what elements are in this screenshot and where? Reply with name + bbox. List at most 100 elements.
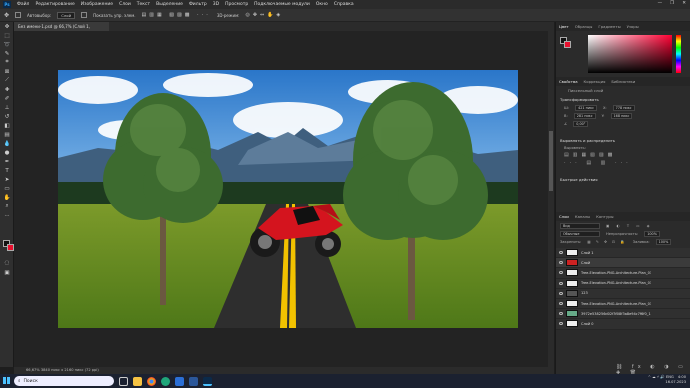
filter-icons[interactable]: ▣ ◐ T ▭ ◈ <box>606 224 652 228</box>
blur-tool-icon[interactable]: 💧 <box>0 139 14 148</box>
menu-text[interactable]: Текст <box>137 2 150 7</box>
clock-date[interactable]: 16.07.2023 <box>665 380 686 384</box>
visibility-eye-icon[interactable] <box>559 322 563 326</box>
align-buttons[interactable]: ▤▥▦ ▧▨▩ ··· <box>142 12 211 18</box>
blend-mode-dropdown[interactable]: Обычные <box>560 231 600 237</box>
more-tools-icon[interactable]: ··· <box>0 211 14 220</box>
shape-tool-icon[interactable]: ▭ <box>0 184 14 193</box>
tab-patterns[interactable]: Узоры <box>627 24 639 29</box>
brush-tool-icon[interactable]: ✐ <box>0 94 14 103</box>
tray-icons[interactable]: ^ ☁ ⚡ 🔊 <box>648 375 666 379</box>
visibility-eye-icon[interactable] <box>559 291 563 295</box>
height-field[interactable]: 281 пикс <box>573 113 596 119</box>
path-select-tool-icon[interactable]: ➤ <box>0 175 14 184</box>
auto-select-dropdown[interactable]: Слой <box>57 11 76 19</box>
dodge-tool-icon[interactable]: ● <box>0 148 14 157</box>
move-tool-icon[interactable]: ✥ <box>0 22 14 31</box>
crop-tool-icon[interactable]: ⌗ <box>0 58 14 67</box>
menu-filter[interactable]: Фильтр <box>189 2 207 7</box>
visibility-eye-icon[interactable] <box>559 251 563 255</box>
tab-color[interactable]: Цвет <box>559 24 569 29</box>
visibility-eye-icon[interactable] <box>559 281 563 285</box>
visibility-eye-icon[interactable] <box>559 312 563 316</box>
edge-icon[interactable] <box>161 376 170 386</box>
menu-3d[interactable]: 3D <box>213 2 219 7</box>
healing-tool-icon[interactable]: ✚ <box>0 85 14 94</box>
tab-channels[interactable]: Каналы <box>575 214 590 219</box>
stamp-tool-icon[interactable]: ⊥ <box>0 103 14 112</box>
quick-select-tool-icon[interactable]: ✎ <box>0 49 14 58</box>
menu-select[interactable]: Выделение <box>156 2 183 7</box>
background-color-swatch[interactable] <box>7 244 14 251</box>
gradient-tool-icon[interactable]: ▤ <box>0 130 14 139</box>
menu-layers[interactable]: Слои <box>119 2 131 7</box>
menu-view[interactable]: Просмотр <box>225 2 248 7</box>
transform-section[interactable]: Трансформировать <box>556 95 690 104</box>
windows-start-icon[interactable] <box>3 377 10 384</box>
tab-swatches[interactable]: Образцы <box>575 24 593 29</box>
close-icon[interactable]: ✕ <box>682 1 686 6</box>
bg-swatch-small[interactable] <box>564 41 571 48</box>
y-field[interactable]: 168 пикс <box>610 113 633 119</box>
pen-tool-icon[interactable]: ✒ <box>0 157 14 166</box>
layer-row[interactable]: Tree-Elevation-PNG-Architecture-Plan_01-… <box>556 298 690 310</box>
layer-row[interactable]: Tree-Elevation-PNG-Architecture-Plan_01-… <box>556 268 690 279</box>
tab-adjustments[interactable]: Коррекция <box>584 79 606 84</box>
align-section[interactable]: Выровнять и распределить <box>556 136 690 145</box>
zoom-tool-icon[interactable]: ⌕ <box>0 202 14 211</box>
align-buttons-row[interactable]: ▤▥▦▧▨▩ <box>556 151 690 159</box>
layer-row[interactable]: 3972e538256d02f3f08f3a8e94c7f6f0_1 <box>556 309 690 320</box>
visibility-eye-icon[interactable] <box>559 271 563 275</box>
visibility-eye-icon[interactable] <box>559 261 563 265</box>
vertical-scrollbar[interactable] <box>548 31 554 367</box>
layer-row[interactable]: Tree-Elevation-PNG-Architecture-Plan_01-… <box>556 278 690 289</box>
saturation-field[interactable] <box>588 35 672 73</box>
lock-icons[interactable]: ▦ ✎ ✥ ⊡ 🔒 <box>587 240 626 244</box>
scroll-thumb[interactable] <box>549 131 553 191</box>
quick-mask-icon[interactable]: ◌ <box>0 258 14 267</box>
text-tool-icon[interactable]: T <box>0 166 14 175</box>
document-canvas[interactable] <box>58 70 518 328</box>
menu-image[interactable]: Изображение <box>81 2 113 7</box>
file-explorer-icon[interactable] <box>133 376 142 386</box>
lasso-tool-icon[interactable]: ➰ <box>0 40 14 49</box>
photoshop-taskbar-icon[interactable] <box>203 376 212 386</box>
quick-actions-section[interactable]: Быстрые действия <box>556 175 690 184</box>
document-tab[interactable]: Без имени-1.psd @ 66,7% (Слой 1, RGB/8#)… <box>14 22 109 38</box>
screen-mode-icon[interactable]: ▣ <box>0 268 14 277</box>
auto-select-checkbox[interactable] <box>15 12 22 18</box>
chrome-icon[interactable] <box>147 376 156 386</box>
tab-gradients[interactable]: Градиенты <box>598 24 620 29</box>
color-picker[interactable] <box>556 31 690 77</box>
eyedropper-tool-icon[interactable]: ⟋ <box>0 76 14 85</box>
maximize-icon[interactable]: ❐ <box>670 1 674 6</box>
width-field[interactable]: 421 пикс <box>575 105 597 111</box>
move-tool-icon[interactable]: ✥ <box>4 12 9 19</box>
marquee-tool-icon[interactable]: ⬚ <box>0 31 14 40</box>
eraser-tool-icon[interactable]: ◧ <box>0 121 14 130</box>
angle-field[interactable]: 0,00° <box>573 121 589 127</box>
task-view-icon[interactable] <box>119 376 128 386</box>
hue-slider[interactable] <box>676 35 681 73</box>
3d-mode-icons[interactable]: ◎✥⇔✋◈ <box>245 12 283 18</box>
history-brush-tool-icon[interactable]: ↺ <box>0 112 14 121</box>
tab-layers[interactable]: Слои <box>559 214 569 219</box>
tab-properties[interactable]: Свойства <box>559 79 578 84</box>
show-controls-checkbox[interactable] <box>81 12 88 18</box>
menu-edit[interactable]: Редактирование <box>35 2 74 7</box>
layer-row[interactable]: Слой 1 <box>556 248 690 259</box>
layer-kind-dropdown[interactable]: Вид <box>560 223 600 229</box>
language-indicator[interactable]: ENG <box>666 375 674 379</box>
store-icon[interactable] <box>175 376 184 386</box>
menu-file[interactable]: Файл <box>17 2 29 7</box>
menu-window[interactable]: Окно <box>316 2 328 7</box>
layer-row[interactable]: Слой 0 <box>556 319 690 330</box>
frame-tool-icon[interactable]: ⊠ <box>0 67 14 76</box>
opacity-field[interactable]: 100% <box>644 231 660 237</box>
fill-field[interactable]: 100% <box>655 239 672 245</box>
tab-paths[interactable]: Контуры <box>596 214 613 219</box>
x-field[interactable]: 778 пикс <box>612 105 635 111</box>
minimize-icon[interactable]: — <box>658 1 663 6</box>
word-icon[interactable] <box>189 376 198 386</box>
hand-tool-icon[interactable]: ✋ <box>0 193 14 202</box>
